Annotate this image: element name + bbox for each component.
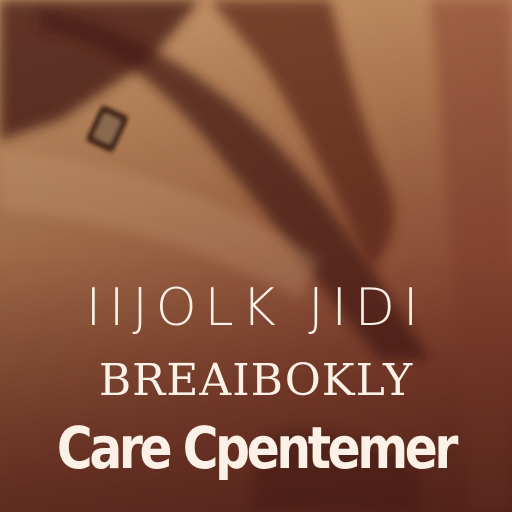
title-line-3: Care Cpentemer (56, 414, 459, 482)
title-line-2: BREAIBOKLY (98, 355, 414, 406)
poster: IIJOLK JIDI BREAIBOKLY Care Cpentemer (0, 0, 512, 512)
title-line-1: IIJOLK JIDI (85, 278, 427, 338)
